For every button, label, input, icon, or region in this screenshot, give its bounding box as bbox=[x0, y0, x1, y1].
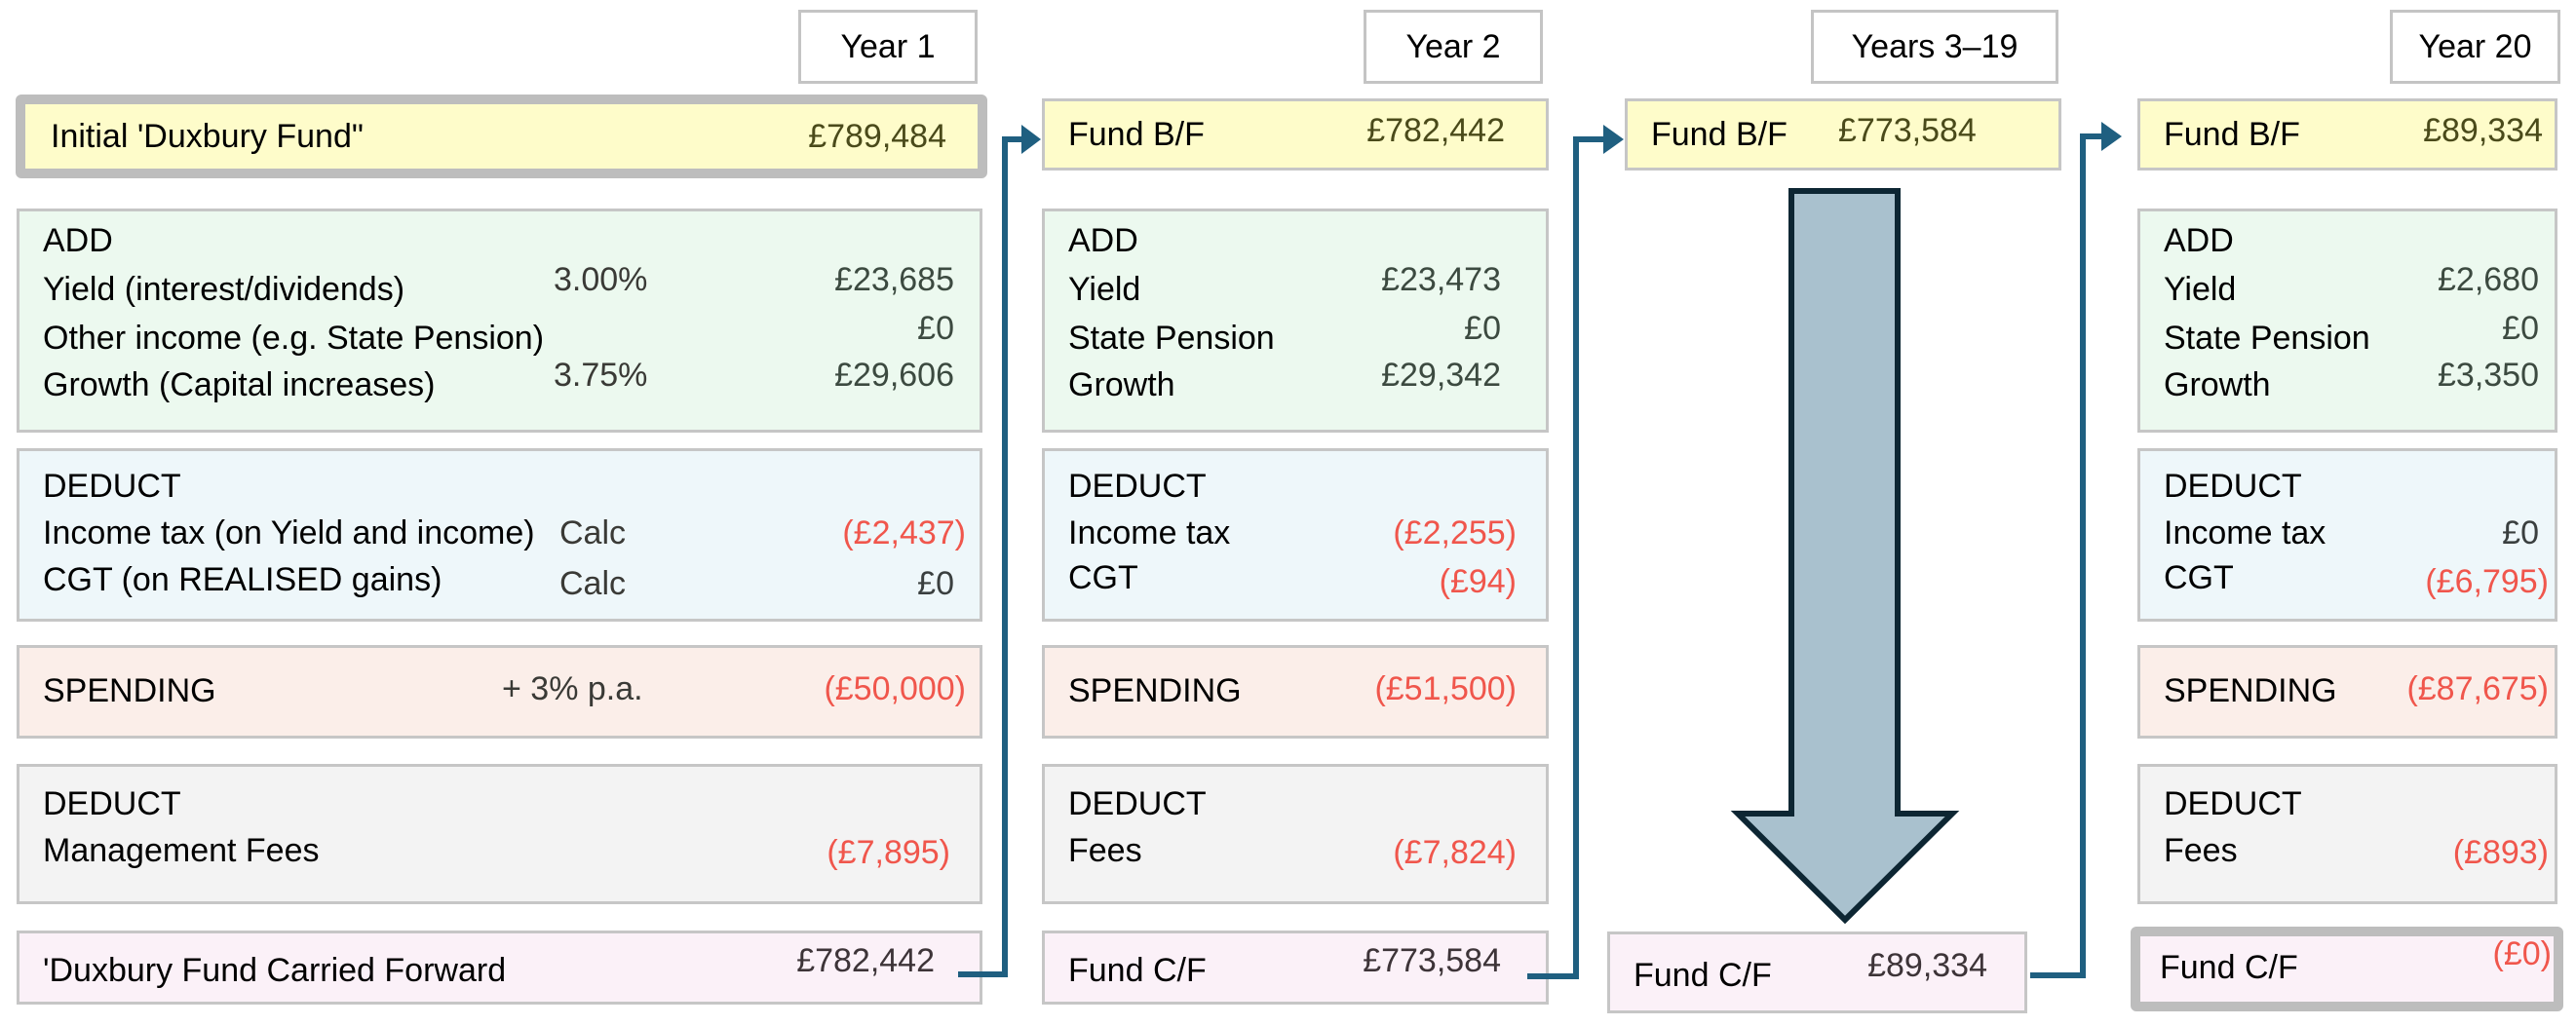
connector-line bbox=[1527, 136, 1604, 979]
connectors-layer bbox=[958, 122, 2122, 979]
connector-year2-to-years3-19 bbox=[1527, 125, 1624, 979]
big-down-arrow-icon bbox=[1730, 188, 1960, 925]
connector-year1-to-year2 bbox=[958, 125, 1041, 977]
connector-line bbox=[2030, 133, 2103, 978]
connector-years3-19-to-year20 bbox=[2030, 122, 2122, 978]
arrowhead-icon bbox=[1603, 125, 1624, 154]
connector-line bbox=[958, 136, 1023, 977]
arrowhead-icon bbox=[1021, 125, 1041, 154]
arrowhead-icon bbox=[2101, 122, 2122, 151]
